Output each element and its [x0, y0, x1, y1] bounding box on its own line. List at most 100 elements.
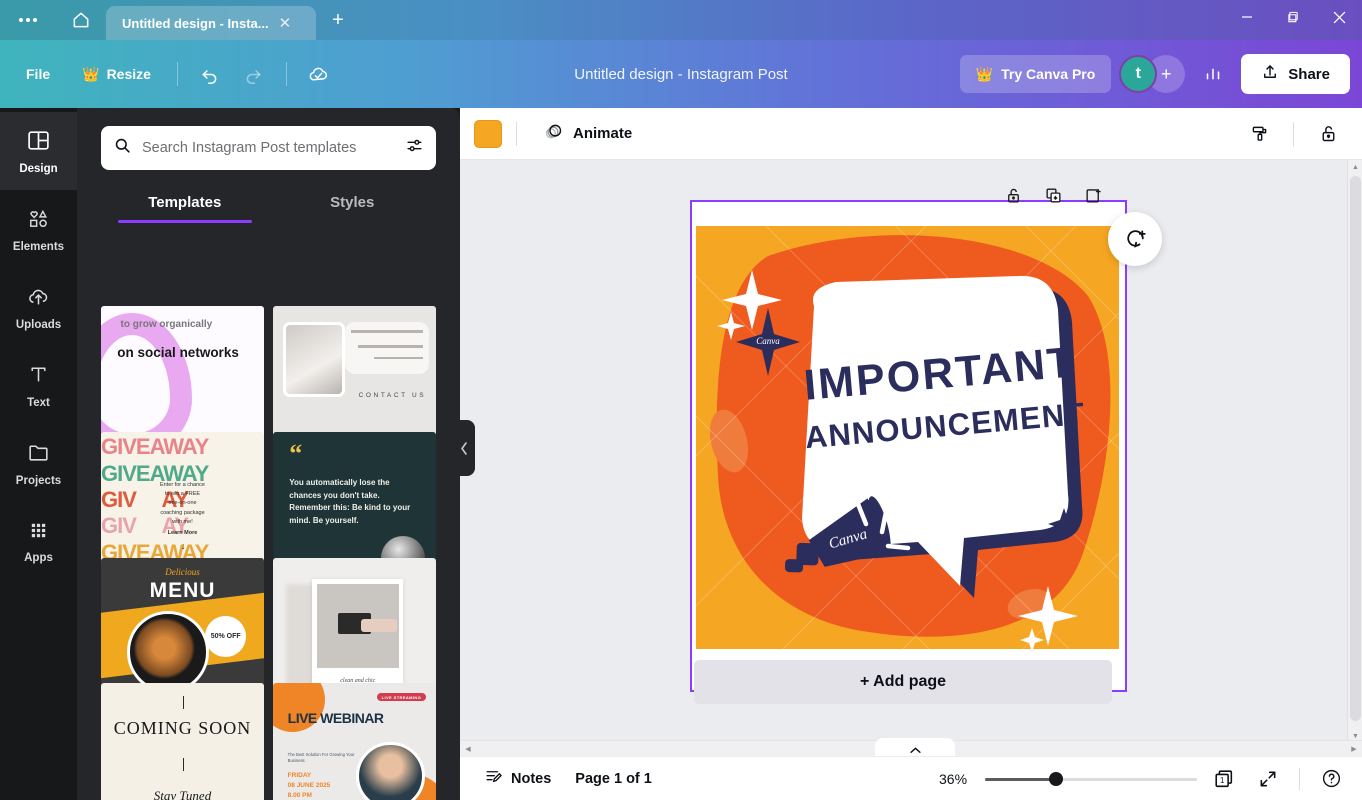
- zoom-level-label: 36%: [939, 771, 975, 787]
- window-controls: [1224, 0, 1362, 40]
- window-titlebar: Untitled design - Insta... ✕ +: [0, 0, 1362, 40]
- share-button[interactable]: Share: [1241, 54, 1350, 94]
- template-caption: COMING SOON: [101, 719, 264, 739]
- add-page-bar-button[interactable]: + Add page: [694, 660, 1112, 704]
- editor-header: Untitled design - Instagram Post File 👑 …: [0, 40, 1362, 108]
- sliders-icon[interactable]: [405, 136, 424, 160]
- file-menu-label: File: [26, 66, 50, 82]
- search-input[interactable]: [142, 140, 395, 156]
- notes-pencil-icon: [484, 767, 503, 790]
- lock-page-button[interactable]: [1000, 182, 1026, 208]
- comment-add-icon[interactable]: [1108, 212, 1162, 266]
- sidebar-item-apps[interactable]: Apps: [0, 502, 77, 580]
- share-upload-icon: [1261, 63, 1279, 85]
- tab-templates[interactable]: Templates: [101, 184, 269, 223]
- template-subtitle: Delicious: [101, 567, 264, 577]
- animate-circles-icon: [543, 121, 564, 146]
- undo-icon[interactable]: [190, 56, 230, 92]
- notes-button[interactable]: Notes: [474, 763, 561, 795]
- divider: [177, 62, 178, 86]
- template-subtitle: The Best Solution For Growing Your Busin…: [288, 752, 356, 765]
- duplicate-page-button[interactable]: [1040, 182, 1066, 208]
- animate-button[interactable]: Animate: [531, 116, 644, 152]
- upload-cloud-icon: [26, 284, 51, 314]
- add-page-label: + Add page: [860, 673, 946, 691]
- design-artwork[interactable]: IMPORTANT ANNOUNCEMENT Canva: [696, 226, 1119, 649]
- panel-tabs: Templates Styles: [77, 184, 460, 223]
- close-icon[interactable]: [1316, 0, 1362, 34]
- redo-icon[interactable]: [234, 56, 274, 92]
- crown-icon: 👑: [82, 66, 99, 83]
- expand-arrows-icon[interactable]: [1251, 763, 1285, 795]
- layout-icon: [26, 128, 51, 158]
- close-icon[interactable]: ✕: [279, 16, 292, 31]
- tab-templates-label: Templates: [148, 194, 221, 211]
- template-caption-top: to grow organically: [121, 319, 255, 330]
- sidebar-item-elements[interactable]: Elements: [0, 190, 77, 268]
- share-label: Share: [1288, 66, 1330, 83]
- file-menu-button[interactable]: File: [12, 56, 64, 92]
- canva-watermark: Canva: [756, 336, 780, 346]
- template-card[interactable]: COMING SOON Stay Tuned 101223: [101, 683, 264, 800]
- webinar-day: FRIDAY: [288, 771, 331, 781]
- help-circle-icon[interactable]: [1314, 763, 1348, 795]
- scrollbar-thumb[interactable]: [1350, 176, 1361, 721]
- sidebar-item-label: Elements: [13, 241, 64, 253]
- sidebar-item-design[interactable]: Design: [0, 112, 77, 190]
- tab-styles[interactable]: Styles: [269, 184, 437, 223]
- divider: [1293, 122, 1294, 146]
- sidebar-item-label: Text: [27, 397, 50, 409]
- sidebar-item-projects[interactable]: Projects: [0, 424, 77, 502]
- paint-roller-icon[interactable]: [1239, 114, 1279, 154]
- template-card[interactable]: LIVE STREAMING LIVE WEBINAR The Best Sol…: [273, 683, 436, 800]
- search-box[interactable]: [101, 126, 436, 170]
- bar-chart-icon[interactable]: [1193, 56, 1233, 92]
- more-dots-icon[interactable]: [0, 0, 56, 40]
- sidebar-item-text[interactable]: Text: [0, 346, 77, 424]
- template-grid[interactable]: to grow organically on social networks 👑…: [77, 306, 460, 800]
- slider-fill: [985, 778, 1055, 781]
- try-canva-pro-button[interactable]: 👑 Try Canva Pro: [960, 55, 1112, 93]
- maximize-icon[interactable]: [1270, 0, 1316, 34]
- document-tab[interactable]: Untitled design - Insta... ✕: [106, 6, 316, 40]
- collapse-panel-button[interactable]: [453, 420, 475, 476]
- avatar: [356, 742, 424, 800]
- svg-text:1: 1: [1220, 776, 1224, 785]
- sidebar-item-uploads[interactable]: Uploads: [0, 268, 77, 346]
- template-caption: MENU: [101, 579, 264, 603]
- canvas-stage[interactable]: IMPORTANT ANNOUNCEMENT Canva: [460, 160, 1362, 744]
- live-badge: LIVE STREAMING: [377, 693, 427, 701]
- cloud-check-icon[interactable]: [299, 56, 339, 92]
- webinar-time: 8.00 PM: [288, 791, 331, 800]
- announcement-illustration: IMPORTANT ANNOUNCEMENT Canva: [696, 226, 1119, 649]
- pages-stack-icon[interactable]: 1: [1207, 763, 1241, 795]
- scroll-left-arrow-icon[interactable]: ◀: [460, 741, 476, 757]
- page-tools: [1000, 182, 1106, 208]
- template-caption: GIVEAWAY: [101, 436, 264, 458]
- add-page-button[interactable]: [1080, 182, 1106, 208]
- editor-toolbar: Animate: [460, 108, 1362, 160]
- page-canvas[interactable]: IMPORTANT ANNOUNCEMENT Canva: [690, 200, 1127, 692]
- canvas-vertical-scrollbar[interactable]: ▲ ▼: [1347, 160, 1362, 744]
- discount-badge: 50% OFF: [205, 616, 246, 657]
- search-icon: [113, 136, 132, 160]
- page-indicator: Page 1 of 1: [565, 771, 662, 787]
- scroll-up-arrow-icon[interactable]: ▲: [1348, 160, 1362, 175]
- bottom-bar-right: 36% 1: [939, 763, 1348, 795]
- minimize-icon[interactable]: [1224, 0, 1270, 34]
- resize-button[interactable]: 👑 Resize: [68, 56, 165, 92]
- toolbar-right-tools: [1239, 114, 1348, 154]
- webinar-date: 08 JUNE 2025: [288, 781, 331, 791]
- header-left-tools: File 👑 Resize: [12, 56, 339, 92]
- show-pages-button[interactable]: [875, 738, 955, 756]
- scroll-right-arrow-icon[interactable]: ▶: [1346, 741, 1362, 757]
- search-area: [77, 108, 460, 170]
- zoom-slider[interactable]: [985, 772, 1197, 786]
- unlock-icon[interactable]: [1308, 114, 1348, 154]
- quote-mark-icon: “: [289, 445, 302, 463]
- slider-knob[interactable]: [1049, 772, 1063, 786]
- template-subtitle: Stay Tuned: [101, 788, 264, 800]
- plus-icon[interactable]: +: [316, 0, 360, 40]
- color-swatch-button[interactable]: [474, 120, 502, 148]
- home-icon[interactable]: [56, 0, 106, 40]
